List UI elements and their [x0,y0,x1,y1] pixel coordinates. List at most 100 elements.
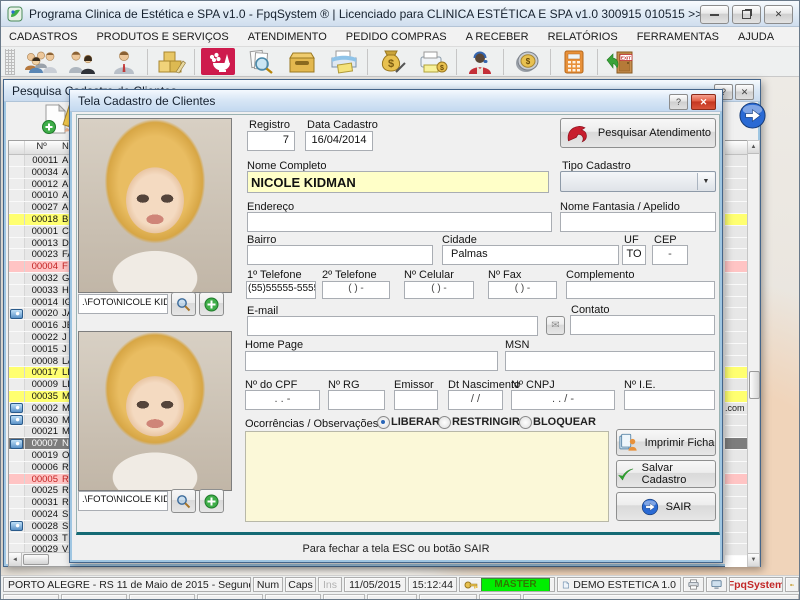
menu-ferramentas[interactable]: FERRAMENTAS [637,31,719,43]
menu-pedido-compras[interactable]: PEDIDO COMPRAS [346,31,447,43]
menu-cadastros[interactable]: CADASTROS [9,31,77,43]
contato-field[interactable] [570,315,715,335]
photo-zoom-button-2[interactable] [171,489,196,513]
close-button[interactable]: ✕ [764,5,793,24]
grid-row-00001[interactable]: 00001C [9,226,70,238]
grid-vscrollbar[interactable]: ▲ ▼ [747,140,760,567]
msn-field[interactable] [505,351,715,371]
grid-row-00022[interactable]: 00022J [9,332,70,344]
grid-row-00002[interactable]: 00002M [9,403,70,415]
grid-row-00007[interactable]: 00007N [9,438,70,450]
search-documents-icon[interactable] [239,48,281,76]
archive-drawer-icon[interactable] [281,48,323,76]
registro-field[interactable]: 7 [247,131,295,151]
grid-row-00034[interactable]: 00034A [9,167,70,179]
send-email-button[interactable]: ✉ [546,316,565,335]
grid-row-00031[interactable]: 00031R [9,497,70,509]
scroll-left-icon[interactable]: ◄ [9,553,22,566]
photo-add-button-2[interactable] [199,489,224,513]
pesquisar-atendimento-button[interactable]: Pesquisar Atendimento [560,118,716,148]
vscroll-thumb[interactable] [749,371,760,399]
grid-row-00035[interactable]: 00035M [9,391,70,403]
sair-button[interactable]: SAIR [616,492,716,521]
restore-button[interactable] [732,5,761,24]
dialog-close-button[interactable]: ✕ [691,94,716,110]
grid-hscrollbar[interactable]: ◄ [9,552,70,566]
menu-ajuda[interactable]: AJUDA [738,31,774,43]
nascimento-field[interactable]: / / [448,390,503,410]
scroll-down-icon[interactable]: ▼ [748,553,759,566]
cidade-field[interactable]: Palmas [442,245,619,265]
grid-row-00009[interactable]: 00009LI [9,379,70,391]
grid-row-00015[interactable]: 00015J [9,344,70,356]
email-field[interactable] [247,316,538,336]
billing-printer-icon[interactable]: $ [412,48,454,76]
menu-produtos-servicos[interactable]: PRODUTOS E SERVIÇOS [96,31,228,43]
endereco-field[interactable] [247,212,552,232]
grid-row-00032[interactable]: 00032G [9,273,70,285]
grid-row-00008[interactable]: 00008LA [9,356,70,368]
nome-completo-field[interactable]: NICOLE KIDMAN [247,171,549,193]
client-single-icon[interactable] [103,48,145,76]
search-next-button[interactable] [738,101,767,130]
grid-row-00006[interactable]: 00006R [9,462,70,474]
menu-relatorios[interactable]: RELATÓRIOS [548,31,618,43]
grid-row-00028[interactable]: 00028S [9,521,70,533]
grid-row-00004[interactable]: 00004F [9,261,70,273]
photo-add-button-1[interactable] [199,292,224,316]
grid-row-00019[interactable]: 00019O [9,450,70,462]
products-packages-icon[interactable] [150,48,192,76]
nome-fantasia-field[interactable] [560,212,716,232]
grid-row-00024[interactable]: 00024S [9,509,70,521]
grid-row-00018[interactable]: 00018B [9,214,70,226]
spa-services-icon[interactable] [197,48,239,76]
chevron-down-icon[interactable]: ▼ [697,173,714,190]
grid-row-00020[interactable]: 00020JA [9,308,70,320]
hscroll-thumb[interactable] [23,554,49,565]
grid-row-00005[interactable]: 00005R [9,474,70,486]
salvar-cadastro-button[interactable]: Salvar Cadastro [616,460,716,488]
homepage-field[interactable] [245,351,498,371]
grid-row-00017[interactable]: 00017LI [9,367,70,379]
clients-group-icon[interactable] [19,48,61,76]
grid-row-00011[interactable]: 00011A [9,155,70,167]
imprimir-ficha-button[interactable]: Imprimir Ficha [616,429,716,456]
radio-restringir[interactable] [438,416,451,429]
toolbar-grip[interactable] [5,49,15,75]
grid-row-00023[interactable]: 00023FA [9,249,70,261]
minimize-button[interactable] [700,5,729,24]
status-network[interactable] [706,577,727,592]
complemento-field[interactable] [566,281,715,299]
grid-row-00014[interactable]: 00014IG [9,297,70,309]
main-titlebar[interactable]: Programa Clinica de Estética e SPA v1.0 … [1,1,800,27]
coin-icon[interactable]: $ [506,48,548,76]
grid-row-00033[interactable]: 00033H [9,285,70,297]
exit-door-icon[interactable]: EXIT [600,48,642,76]
cep-field[interactable]: - [652,245,688,265]
menu-atendimento[interactable]: ATENDIMENTO [248,31,327,43]
photo-path-field-2[interactable]: .\FOTO\NICOLE KIDM [78,491,168,511]
telefone2-field[interactable]: ( ) - [322,281,390,299]
money-bag-icon[interactable]: $ [370,48,412,76]
grid-row-00003[interactable]: 00003T [9,533,70,545]
observacoes-textarea[interactable] [245,431,609,522]
grid-row-00021[interactable]: 00021M [9,426,70,438]
uf-field[interactable]: TO [622,245,646,265]
bairro-field[interactable] [247,245,433,265]
photo-path-field-1[interactable]: .\FOTO\NICOLE KIDM [78,294,168,314]
status-printer[interactable] [683,577,704,592]
calculator-icon[interactable] [553,48,595,76]
data-cadastro-field[interactable]: 16/04/2014 [305,131,373,151]
support-attendant-icon[interactable] [459,48,501,76]
rg-field[interactable] [328,390,385,410]
print-documents-icon[interactable] [323,48,365,76]
radio-liberar[interactable] [377,416,390,429]
photo-zoom-button-1[interactable] [171,292,196,316]
menu-a-receber[interactable]: A RECEBER [466,31,529,43]
tipo-cadastro-dropdown[interactable]: ▼ [560,171,716,192]
radio-bloquear[interactable] [519,416,532,429]
grid-row-00012[interactable]: 00012A [9,179,70,191]
grid-row-00027[interactable]: 00027A [9,202,70,214]
dialog-help-button[interactable]: ? [669,94,688,110]
grid-row-00016[interactable]: 00016JE [9,320,70,332]
